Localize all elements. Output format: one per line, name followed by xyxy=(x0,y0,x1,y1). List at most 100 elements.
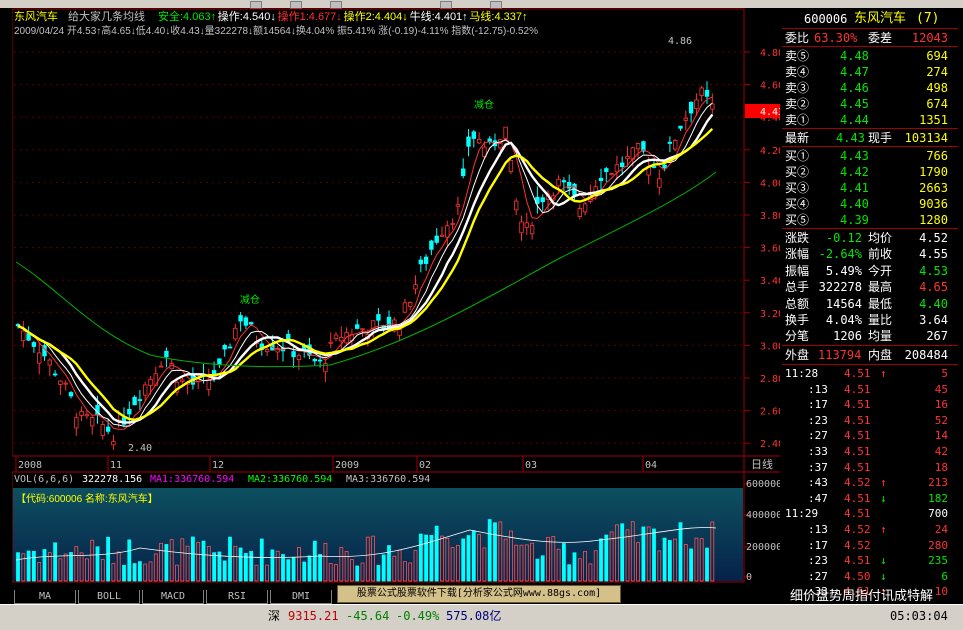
bid-level-row[interactable]: 买④ 4.40 9036 xyxy=(782,196,958,212)
candle-body xyxy=(450,223,455,225)
vol-ma1: MA1:336760.594 xyxy=(150,474,234,485)
candle-body xyxy=(31,342,37,347)
scroll-ticker-text: 细价盘势周指付讯成特解 xyxy=(790,588,934,603)
tick-price: 4.51 xyxy=(844,367,871,380)
tick-price: 4.51 xyxy=(844,445,871,458)
volume-bar xyxy=(355,565,360,582)
bid-price: 4.43 xyxy=(840,149,869,163)
tick-price: 4.52 xyxy=(844,538,871,552)
ask-volume: 674 xyxy=(926,97,948,111)
candle-body xyxy=(127,408,132,415)
date-axis-label: 11 xyxy=(110,460,122,471)
bid-level-row[interactable]: 买① 4.43 766 xyxy=(782,148,958,164)
tab-ma[interactable]: MA xyxy=(14,590,76,604)
bid-volume: 1790 xyxy=(919,165,948,179)
price-axis-label: 4.60 xyxy=(760,81,780,92)
candle-body xyxy=(699,87,704,96)
ask-level-row[interactable]: 卖② 4.45 674 xyxy=(782,96,958,112)
tab-rsi[interactable]: RSI xyxy=(206,590,268,604)
period-label[interactable]: 日线 xyxy=(751,457,773,471)
bid-volume: 2663 xyxy=(919,181,948,195)
candle-body xyxy=(206,379,211,390)
quote-panel: 600006 东风汽车 (7) 委比 63.30% 委差 12043 卖⑤ 4.4… xyxy=(782,8,958,598)
bid-level-row[interactable]: 买③ 4.41 2663 xyxy=(782,180,958,196)
volume-bar xyxy=(604,534,609,582)
scroll-ticker[interactable]: 细价盘势周指付讯成特解 xyxy=(790,583,958,603)
candle-body xyxy=(58,380,63,385)
ma-white-thick-line xyxy=(17,113,714,424)
date-axis-label: 04 xyxy=(645,460,657,471)
ask-level-row[interactable]: 卖③ 4.46 498 xyxy=(782,80,958,96)
candle-body xyxy=(164,350,169,358)
latest-row: 最新 4.43 现手 103134 xyxy=(785,131,948,145)
candle-body xyxy=(604,168,609,172)
volume-bar xyxy=(132,563,137,582)
tick-row: :27 4.51 14 xyxy=(782,428,958,443)
formula-name-label: 给大家几条均线 xyxy=(68,9,145,23)
ask-level-row[interactable]: 卖④ 4.47 274 xyxy=(782,64,958,80)
bid-label: 买② xyxy=(785,165,810,179)
stats-row: 总手 322278 最高 4.65 xyxy=(782,279,958,295)
candle-body xyxy=(688,101,694,114)
ask-level-row[interactable]: 卖⑤ 4.48 694 xyxy=(782,48,958,64)
tick-row: :23 4.51 ↓ 235 xyxy=(782,553,958,568)
tab-macd[interactable]: MACD xyxy=(142,590,204,604)
ma-red-upper-line xyxy=(17,96,713,430)
candle-body xyxy=(455,204,461,207)
candle-body xyxy=(217,358,222,365)
bid-level-row[interactable]: 买② 4.42 1790 xyxy=(782,164,958,180)
candle-body xyxy=(243,317,249,326)
kline-chart[interactable]: 4.804.604.404.204.003.803.603.403.203.00… xyxy=(0,8,780,590)
tab-boll[interactable]: BOLL xyxy=(78,590,140,604)
stat-value: 4.65 xyxy=(919,280,948,295)
tick-price: 4.51 xyxy=(844,491,871,505)
stats-row: 振幅 5.49% 今开 4.53 xyxy=(782,263,958,279)
ask-price: 4.44 xyxy=(840,113,869,127)
stat-label: 最低 xyxy=(868,296,893,311)
tick-time: :17 xyxy=(808,538,828,552)
volume-bar xyxy=(312,540,317,582)
ask-price: 4.47 xyxy=(840,65,869,79)
tick-volume: 182 xyxy=(928,491,948,505)
vol-ma2: MA2:336760.594 xyxy=(248,474,332,485)
candle-body xyxy=(264,349,270,353)
bid-level-row[interactable]: 买⑤ 4.39 1280 xyxy=(782,212,958,228)
tab-dmi[interactable]: DMI xyxy=(270,590,332,604)
tick-arrow: ↓ xyxy=(880,491,887,505)
volume-bar xyxy=(137,561,142,582)
bid-price: 4.41 xyxy=(840,181,869,195)
status-empty xyxy=(4,607,264,625)
candle-body xyxy=(402,302,408,313)
ad-banner[interactable]: 股票公式股票软件下载[分析家公式网www.88gs.com] xyxy=(337,585,621,603)
header-indicator-item: 操作2:4.404↓ xyxy=(344,9,408,23)
stat-label: 振幅 xyxy=(785,263,810,278)
header-indicator-item: 操作:4.540↓ xyxy=(218,9,276,23)
ohlc-info-line: 2009/04/24 开4.53↑高4.65↓低4.40↓收4.43↓量3222… xyxy=(14,24,538,37)
stat-value: 4.55 xyxy=(919,247,948,262)
bid-volume: 766 xyxy=(926,149,948,163)
candle-body xyxy=(662,164,667,169)
stat-label: 涨跌 xyxy=(785,231,810,245)
tick-volume: 235 xyxy=(928,554,948,568)
candle-body xyxy=(620,162,625,168)
volume-bar xyxy=(434,525,439,582)
volume-bar xyxy=(243,553,248,582)
stats-row: 总额 14564 最低 4.40 xyxy=(782,296,958,312)
volume-bar xyxy=(641,526,646,582)
candle-body xyxy=(582,203,588,213)
ask-level-row[interactable]: 卖① 4.44 1351 xyxy=(782,112,958,128)
webi-row: 委比 63.30% 委差 12043 xyxy=(785,31,948,45)
index-value: 9315.21 xyxy=(288,609,339,623)
tick-arrow: ↓ xyxy=(880,554,887,568)
candle-body xyxy=(376,314,381,321)
candle-body xyxy=(429,240,434,250)
candle-body xyxy=(529,224,535,235)
tick-time: :13 xyxy=(808,523,828,536)
stat-label: 均价 xyxy=(868,231,893,245)
price-panel-border xyxy=(11,8,745,457)
ask-label: 卖④ xyxy=(785,65,810,79)
status-bar: 深 9315.21 -45.64 -0.49% 575.08亿 05:03:04 xyxy=(0,604,963,630)
candle-body xyxy=(413,284,418,290)
tick-price: 4.52 xyxy=(844,476,871,490)
tick-row: 11:28 4.51 ↑ 5 xyxy=(782,366,958,381)
